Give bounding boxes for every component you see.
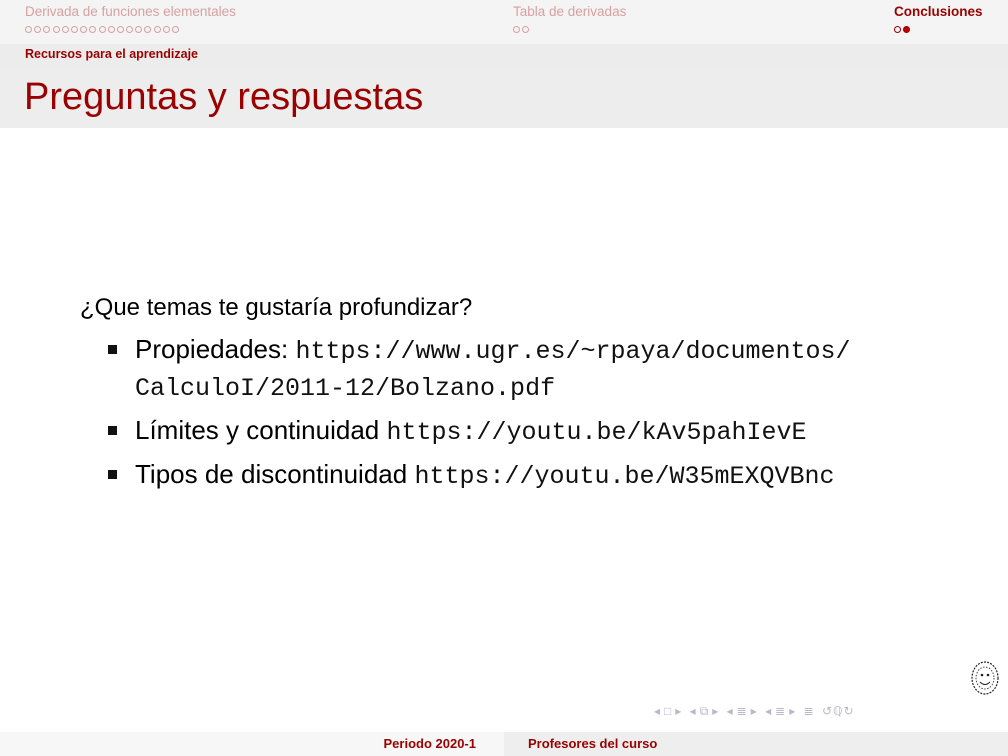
frame-body: ¿Que temas te gustaría profundizar? Prop… [80, 292, 980, 501]
frame-dot[interactable] [80, 25, 88, 33]
nav-section-derivada[interactable]: Derivada de funciones elementales [25, 4, 236, 35]
next-subsection-icon[interactable]: ▸ [712, 704, 719, 718]
frame-icon[interactable]: □ [664, 704, 672, 718]
frame-dots [25, 23, 236, 35]
next-section-icon[interactable]: ▸ [751, 704, 758, 718]
document-icon[interactable]: ≣ [775, 704, 786, 718]
frame-dot[interactable] [126, 25, 134, 33]
question-text: ¿Que temas te gustaría profundizar? [80, 294, 473, 321]
bullet-square-icon [108, 426, 117, 435]
subsection-title[interactable]: Recursos para el aprendizaje [25, 47, 198, 61]
footer-authors: Profesores del curso [528, 736, 658, 751]
footer: Periodo 2020-1 Profesores del curso [0, 732, 1008, 756]
frame-dot[interactable] [153, 25, 161, 33]
bullet-square-icon [108, 470, 117, 479]
nav-section-conclusiones[interactable]: Conclusiones [894, 4, 983, 35]
list-item: Propiedades: https://www.ugr.es/~rpaya/d… [80, 332, 980, 406]
section-icon[interactable]: ≣ [737, 704, 748, 718]
frame-dot[interactable] [34, 25, 42, 33]
frame-dot[interactable] [135, 25, 143, 33]
appendix-icon[interactable]: ≣ [804, 704, 815, 718]
footer-period: Periodo 2020-1 [383, 736, 477, 751]
frame-dot[interactable] [894, 25, 901, 33]
subsection-icon[interactable]: ⧉ [700, 704, 710, 718]
prev-document-icon[interactable]: ◂ [765, 704, 772, 718]
list-item: Límites y continuidad https://youtu.be/k… [80, 413, 980, 450]
prev-subsection-icon[interactable]: ◂ [690, 704, 697, 718]
frame-dot[interactable] [52, 25, 60, 33]
frame-dot[interactable] [903, 25, 911, 33]
frame-dot[interactable] [107, 25, 115, 33]
frame-dot[interactable] [98, 25, 106, 33]
footer-right: Profesores del curso [504, 732, 1008, 756]
item-label: Propiedades: [135, 334, 289, 364]
item-label: Tipos de discontinuidad [135, 459, 408, 489]
resource-link[interactable]: https://youtu.be/kAv5pahIevE [386, 418, 806, 447]
item-label: Límites y continuidad [135, 415, 380, 445]
prev-section-icon[interactable]: ◂ [727, 704, 734, 718]
nav-section-title[interactable]: Tabla de derivadas [513, 4, 626, 19]
subsection-bar: Recursos para el aprendizaje [0, 44, 1008, 66]
frame-dot[interactable] [89, 25, 97, 33]
frame-dot[interactable] [144, 25, 152, 33]
list-item: Tipos de discontinuidad https://youtu.be… [80, 457, 980, 494]
prev-frame-icon[interactable]: ◂ [654, 704, 661, 718]
frame-dot[interactable] [25, 25, 32, 33]
footer-left: Periodo 2020-1 [0, 732, 504, 756]
frame-dot[interactable] [61, 25, 69, 33]
frame-dot[interactable] [70, 25, 78, 33]
frame-dot[interactable] [43, 25, 51, 33]
section-navigation-bar: Derivada de funciones elementales Tabla … [0, 0, 1008, 44]
institution-logo [971, 661, 999, 695]
frame-title-bar: Preguntas y respuestas [0, 66, 1008, 128]
beamer-navigation-symbols: ◂ □ ▸ ◂ ⧉ ▸ ◂ ≣ ▸ ◂ ≣ ▸ ≣ ↺ℚ↻ [654, 704, 858, 719]
next-frame-icon[interactable]: ▸ [675, 704, 682, 718]
frame-dot[interactable] [522, 25, 530, 33]
frame-dot[interactable] [513, 25, 520, 33]
nav-section-title[interactable]: Conclusiones [894, 4, 983, 19]
frame-dots [894, 23, 983, 35]
frame-dots [513, 23, 626, 35]
frame-title: Preguntas y respuestas [24, 76, 424, 118]
next-document-icon[interactable]: ▸ [789, 704, 796, 718]
nav-section-title[interactable]: Derivada de funciones elementales [25, 4, 236, 19]
search-icon[interactable]: ↺ℚ↻ [822, 704, 855, 718]
nav-section-tabla[interactable]: Tabla de derivadas [513, 4, 626, 35]
frame-dot[interactable] [116, 25, 124, 33]
resource-list: Propiedades: https://www.ugr.es/~rpaya/d… [80, 332, 980, 494]
bullet-square-icon [108, 345, 117, 354]
frame-dot[interactable] [172, 25, 179, 33]
resource-link[interactable]: https://youtu.be/W35mEXQVBnc [414, 462, 834, 491]
frame-dot[interactable] [162, 25, 170, 33]
